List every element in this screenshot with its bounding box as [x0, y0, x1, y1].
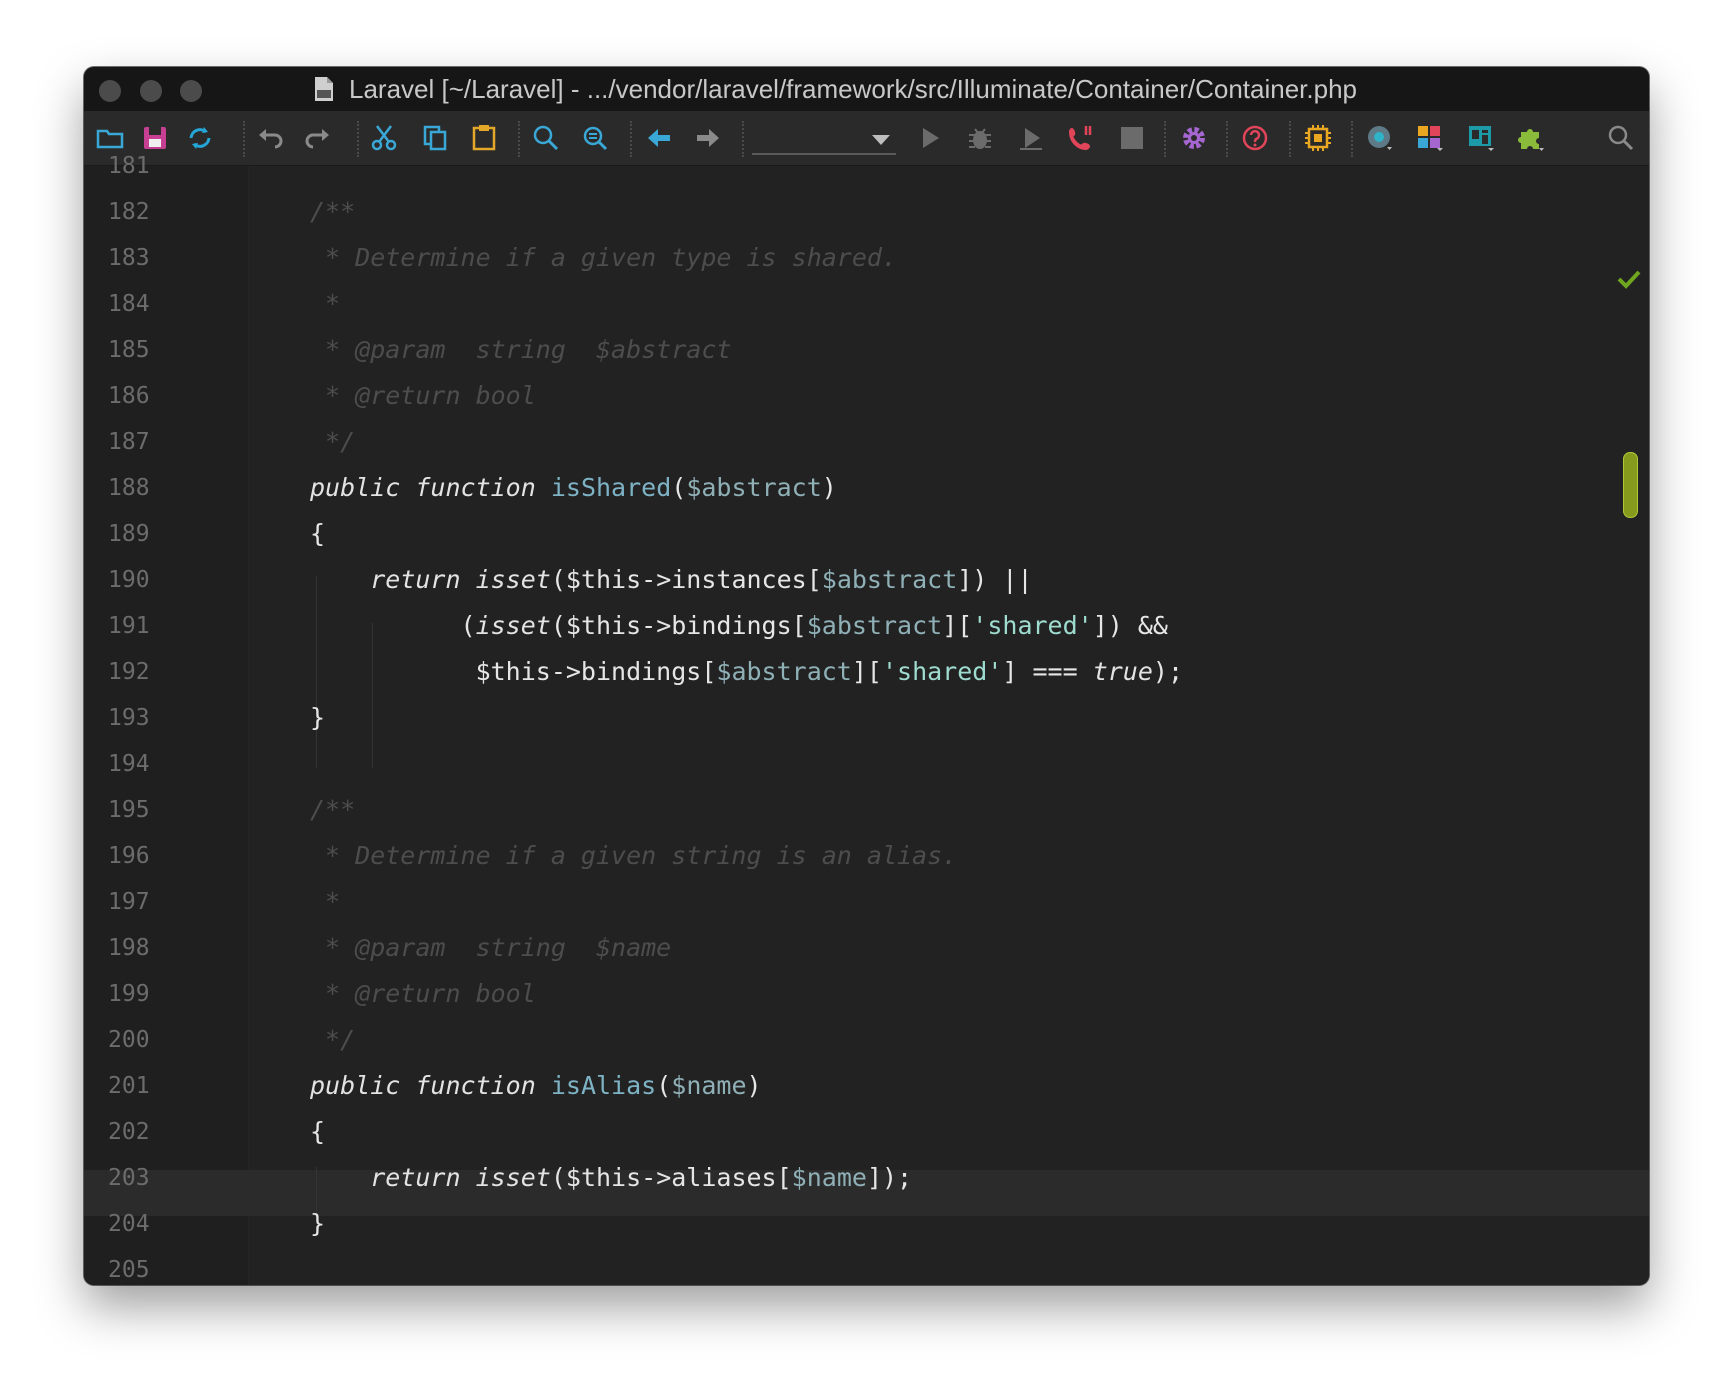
- structure-icon[interactable]: [1413, 121, 1447, 155]
- window-title: Laravel [~/Laravel] - .../vendor/laravel…: [349, 73, 1357, 104]
- line-number[interactable]: 197: [108, 879, 188, 925]
- back-icon[interactable]: [642, 121, 676, 155]
- line-number[interactable]: 194: [108, 741, 188, 787]
- minimize-window-button[interactable]: [140, 80, 162, 102]
- undo-icon[interactable]: [254, 121, 288, 155]
- code-text[interactable]: * Determine if a given string is an alia…: [310, 833, 957, 879]
- line-number[interactable]: 198: [108, 925, 188, 971]
- chevron-down-icon: [872, 135, 890, 145]
- line-number[interactable]: 195: [108, 787, 188, 833]
- code-text[interactable]: /**: [310, 189, 355, 235]
- line-number[interactable]: 188: [108, 465, 188, 511]
- line-number[interactable]: 199: [108, 971, 188, 1017]
- code-text[interactable]: */: [310, 419, 355, 465]
- replace-icon[interactable]: [578, 121, 612, 155]
- php-icon[interactable]: [1464, 121, 1498, 155]
- toolbar-separator: [630, 121, 632, 157]
- run-config-dropdown[interactable]: [752, 127, 896, 155]
- debug-icon[interactable]: [963, 121, 997, 155]
- paste-icon[interactable]: [467, 121, 501, 155]
- zoom-window-button[interactable]: [180, 80, 202, 102]
- toolbar-separator: [243, 121, 245, 157]
- plugins-icon[interactable]: [1514, 121, 1548, 155]
- sync-icon[interactable]: [183, 121, 217, 155]
- code-text[interactable]: *: [310, 281, 340, 327]
- main-toolbar: [84, 111, 1649, 166]
- close-window-button[interactable]: [99, 80, 121, 102]
- copy-icon[interactable]: [418, 121, 452, 155]
- code-text[interactable]: (isset($this->bindings[$abstract]['share…: [310, 603, 1168, 649]
- code-text[interactable]: * @return bool: [310, 971, 536, 1017]
- line-number[interactable]: 193: [108, 695, 188, 741]
- forward-icon[interactable]: [691, 121, 725, 155]
- line-number[interactable]: 192: [108, 649, 188, 695]
- toolbar-separator: [1351, 121, 1353, 157]
- search-everywhere-icon[interactable]: [1604, 121, 1638, 155]
- code-text[interactable]: public function isShared($abstract): [310, 465, 837, 511]
- code-text[interactable]: *: [310, 879, 340, 925]
- listen-debug-icon[interactable]: [1064, 121, 1098, 155]
- db-icon[interactable]: [1363, 121, 1397, 155]
- settings-icon[interactable]: [1177, 121, 1211, 155]
- line-number[interactable]: 183: [108, 235, 188, 281]
- line-number[interactable]: 181: [108, 143, 188, 189]
- code-text[interactable]: * Determine if a given type is shared.: [310, 235, 897, 281]
- code-text[interactable]: }: [310, 695, 325, 741]
- line-number[interactable]: 203: [108, 1155, 188, 1201]
- ide-window: Laravel [~/Laravel] - .../vendor/laravel…: [84, 67, 1649, 1285]
- toolbar-separator: [1289, 121, 1291, 157]
- sdk-icon[interactable]: [1301, 121, 1335, 155]
- code-text[interactable]: * @param string $abstract: [310, 327, 731, 373]
- line-number[interactable]: 201: [108, 1063, 188, 1109]
- code-editor[interactable]: 181 182/** 183 * Determine if a given ty…: [84, 153, 1649, 1285]
- code-text[interactable]: {: [310, 1109, 325, 1155]
- help-icon[interactable]: [1238, 121, 1272, 155]
- code-text[interactable]: /**: [310, 787, 355, 833]
- line-number[interactable]: 191: [108, 603, 188, 649]
- toolbar-separator: [357, 121, 359, 157]
- cut-icon[interactable]: [367, 121, 401, 155]
- code-text[interactable]: * @return bool: [310, 373, 536, 419]
- line-number[interactable]: 187: [108, 419, 188, 465]
- run-coverage-icon[interactable]: [1014, 121, 1048, 155]
- toolbar-separator: [518, 121, 520, 157]
- code-text[interactable]: return isset($this->aliases[$name]);: [310, 1155, 912, 1201]
- code-text[interactable]: * @param string $name: [310, 925, 671, 971]
- code-text[interactable]: }: [310, 1201, 325, 1247]
- stop-icon[interactable]: [1115, 121, 1149, 155]
- code-text[interactable]: {: [310, 511, 325, 557]
- find-icon[interactable]: [529, 121, 563, 155]
- run-icon[interactable]: [913, 121, 947, 155]
- title-bar: Laravel [~/Laravel] - .../vendor/laravel…: [84, 67, 1649, 111]
- line-number[interactable]: 204: [108, 1201, 188, 1247]
- line-number[interactable]: 189: [108, 511, 188, 557]
- line-number[interactable]: 200: [108, 1017, 188, 1063]
- line-number[interactable]: 205: [108, 1247, 188, 1285]
- line-number[interactable]: 184: [108, 281, 188, 327]
- scrollbar-thumb[interactable]: [1623, 452, 1638, 518]
- php-file-icon: [314, 76, 334, 102]
- code-text[interactable]: public function isAlias($name): [310, 1063, 762, 1109]
- line-number[interactable]: 202: [108, 1109, 188, 1155]
- toolbar-separator: [742, 121, 744, 157]
- line-number[interactable]: 182: [108, 189, 188, 235]
- no-problems-check-icon[interactable]: [1617, 269, 1641, 289]
- gutter-divider: [248, 166, 249, 1285]
- line-number[interactable]: 190: [108, 557, 188, 603]
- code-text[interactable]: return isset($this->instances[$abstract]…: [310, 557, 1032, 603]
- toolbar-separator: [1226, 121, 1228, 157]
- code-text[interactable]: $this->bindings[$abstract]['shared'] ===…: [310, 649, 1183, 695]
- line-number[interactable]: 185: [108, 327, 188, 373]
- code-text[interactable]: */: [310, 1017, 355, 1063]
- line-number[interactable]: 196: [108, 833, 188, 879]
- redo-icon[interactable]: [300, 121, 334, 155]
- line-number[interactable]: 186: [108, 373, 188, 419]
- toolbar-separator: [1164, 121, 1166, 157]
- window-title-group: Laravel [~/Laravel] - .../vendor/laravel…: [314, 73, 1357, 104]
